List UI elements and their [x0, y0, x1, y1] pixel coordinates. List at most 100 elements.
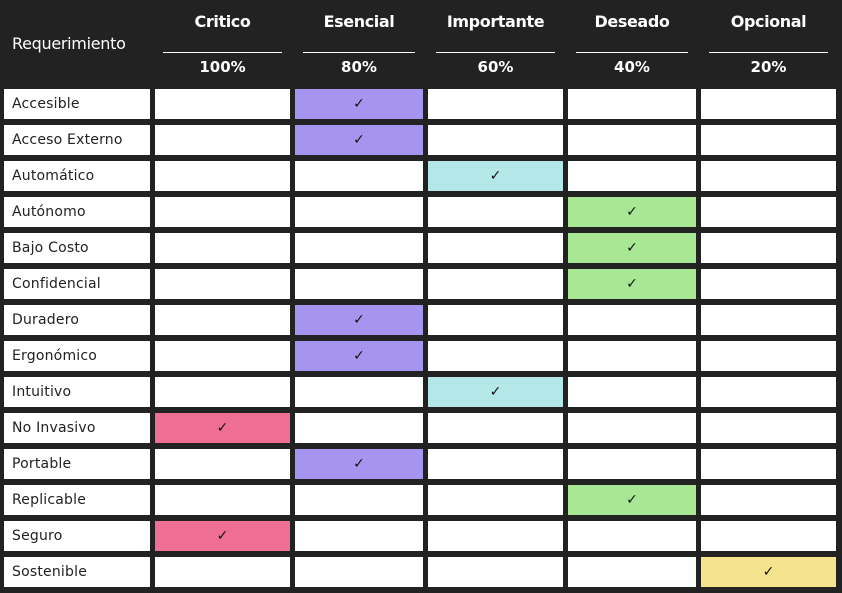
priority-cell-selected-critico[interactable]: ✓ [155, 521, 290, 551]
checkmark-icon: ✓ [626, 276, 638, 292]
priority-cell-opcional[interactable] [701, 125, 836, 155]
priority-cell-importante[interactable] [428, 125, 563, 155]
priority-cell-esencial[interactable] [295, 413, 423, 443]
priority-cell-deseado[interactable] [568, 341, 696, 371]
priority-cell-critico[interactable] [155, 197, 290, 227]
priority-cell-critico[interactable] [155, 305, 290, 335]
priority-cell-opcional[interactable] [701, 197, 836, 227]
priority-cell-critico[interactable] [155, 89, 290, 119]
priority-cell-selected-esencial[interactable]: ✓ [295, 125, 423, 155]
column-header-opcional: Opcional 20% [701, 0, 836, 86]
priority-cell-critico[interactable] [155, 449, 290, 479]
column-header-importante: Importante 60% [428, 0, 563, 86]
column-divider [576, 52, 688, 53]
column-divider [436, 52, 555, 53]
priority-cell-esencial[interactable] [295, 557, 423, 587]
priority-cell-importante[interactable] [428, 89, 563, 119]
priority-cell-selected-deseado[interactable]: ✓ [568, 269, 696, 299]
priority-cell-esencial[interactable] [295, 269, 423, 299]
priority-cell-critico[interactable] [155, 161, 290, 191]
checkmark-icon: ✓ [353, 312, 365, 328]
priority-cell-opcional[interactable] [701, 413, 836, 443]
priority-cell-importante[interactable] [428, 557, 563, 587]
priority-cell-opcional[interactable] [701, 521, 836, 551]
priority-cell-deseado[interactable] [568, 125, 696, 155]
column-header-deseado: Deseado 40% [568, 0, 696, 86]
column-weight: 100% [199, 58, 246, 76]
priority-cell-opcional[interactable] [701, 485, 836, 515]
priority-cell-deseado[interactable] [568, 305, 696, 335]
priority-cell-selected-importante[interactable]: ✓ [428, 161, 563, 191]
priority-cell-opcional[interactable] [701, 377, 836, 407]
priority-cell-esencial[interactable] [295, 233, 423, 263]
checkmark-icon: ✓ [489, 384, 502, 400]
priority-cell-selected-esencial[interactable]: ✓ [295, 89, 423, 119]
priority-cell-esencial[interactable] [295, 197, 423, 227]
priority-cell-importante[interactable] [428, 449, 563, 479]
priority-cell-opcional[interactable] [701, 89, 836, 119]
priority-cell-esencial[interactable] [295, 485, 423, 515]
column-header-esencial: Esencial 80% [295, 0, 423, 86]
priority-cell-opcional[interactable] [701, 449, 836, 479]
priority-cell-deseado[interactable] [568, 521, 696, 551]
column-divider [303, 52, 415, 53]
priority-cell-critico[interactable] [155, 233, 290, 263]
priority-cell-selected-esencial[interactable]: ✓ [295, 341, 423, 371]
checkmark-icon: ✓ [216, 420, 229, 436]
priority-cell-critico[interactable] [155, 485, 290, 515]
requirement-label: Seguro [4, 521, 150, 551]
priority-cell-deseado[interactable] [568, 377, 696, 407]
priority-cell-importante[interactable] [428, 521, 563, 551]
priority-cell-importante[interactable] [428, 305, 563, 335]
priority-cell-esencial[interactable] [295, 377, 423, 407]
priority-cell-esencial[interactable] [295, 161, 423, 191]
column-weight: 20% [750, 58, 787, 76]
priority-cell-selected-deseado[interactable]: ✓ [568, 233, 696, 263]
column-name: Deseado [594, 12, 670, 31]
priority-cell-critico[interactable] [155, 377, 290, 407]
requirement-label: Automático [4, 161, 150, 191]
priority-cell-selected-esencial[interactable]: ✓ [295, 449, 423, 479]
priority-cell-deseado[interactable] [568, 557, 696, 587]
priority-cell-selected-deseado[interactable]: ✓ [568, 197, 696, 227]
priority-cell-opcional[interactable] [701, 161, 836, 191]
priority-cell-critico[interactable] [155, 269, 290, 299]
priority-cell-selected-opcional[interactable]: ✓ [701, 557, 836, 587]
checkmark-icon: ✓ [762, 564, 775, 580]
priority-cell-critico[interactable] [155, 557, 290, 587]
requirements-matrix: Requerimiento Critico 100% Esencial 80% Impo… [0, 0, 842, 593]
priority-cell-importante[interactable] [428, 413, 563, 443]
priority-cell-opcional[interactable] [701, 305, 836, 335]
priority-cell-opcional[interactable] [701, 233, 836, 263]
priority-cell-selected-critico[interactable]: ✓ [155, 413, 290, 443]
checkmark-icon: ✓ [353, 132, 365, 148]
column-weight: 60% [477, 58, 514, 76]
priority-cell-esencial[interactable] [295, 521, 423, 551]
priority-cell-importante[interactable] [428, 341, 563, 371]
column-header-critico: Critico 100% [155, 0, 290, 86]
priority-cell-deseado[interactable] [568, 413, 696, 443]
checkmark-icon: ✓ [353, 456, 365, 472]
priority-cell-opcional[interactable] [701, 341, 836, 371]
priority-cell-importante[interactable] [428, 485, 563, 515]
checkmark-icon: ✓ [353, 348, 365, 364]
priority-cell-opcional[interactable] [701, 269, 836, 299]
priority-cell-deseado[interactable] [568, 449, 696, 479]
column-name: Opcional [730, 12, 807, 31]
priority-cell-importante[interactable] [428, 269, 563, 299]
priority-cell-importante[interactable] [428, 233, 563, 263]
priority-cell-critico[interactable] [155, 341, 290, 371]
priority-cell-deseado[interactable] [568, 89, 696, 119]
checkmark-icon: ✓ [626, 492, 638, 508]
priority-cell-selected-deseado[interactable]: ✓ [568, 485, 696, 515]
requirement-label: Portable [4, 449, 150, 479]
priority-cell-selected-importante[interactable]: ✓ [428, 377, 563, 407]
priority-cell-critico[interactable] [155, 125, 290, 155]
checkmark-icon: ✓ [489, 168, 502, 184]
priority-cell-importante[interactable] [428, 197, 563, 227]
priority-cell-selected-esencial[interactable]: ✓ [295, 305, 423, 335]
requirement-label: Acceso Externo [4, 125, 150, 155]
priority-cell-deseado[interactable] [568, 161, 696, 191]
requirement-label: Bajo Costo [4, 233, 150, 263]
checkmark-icon: ✓ [353, 96, 365, 112]
